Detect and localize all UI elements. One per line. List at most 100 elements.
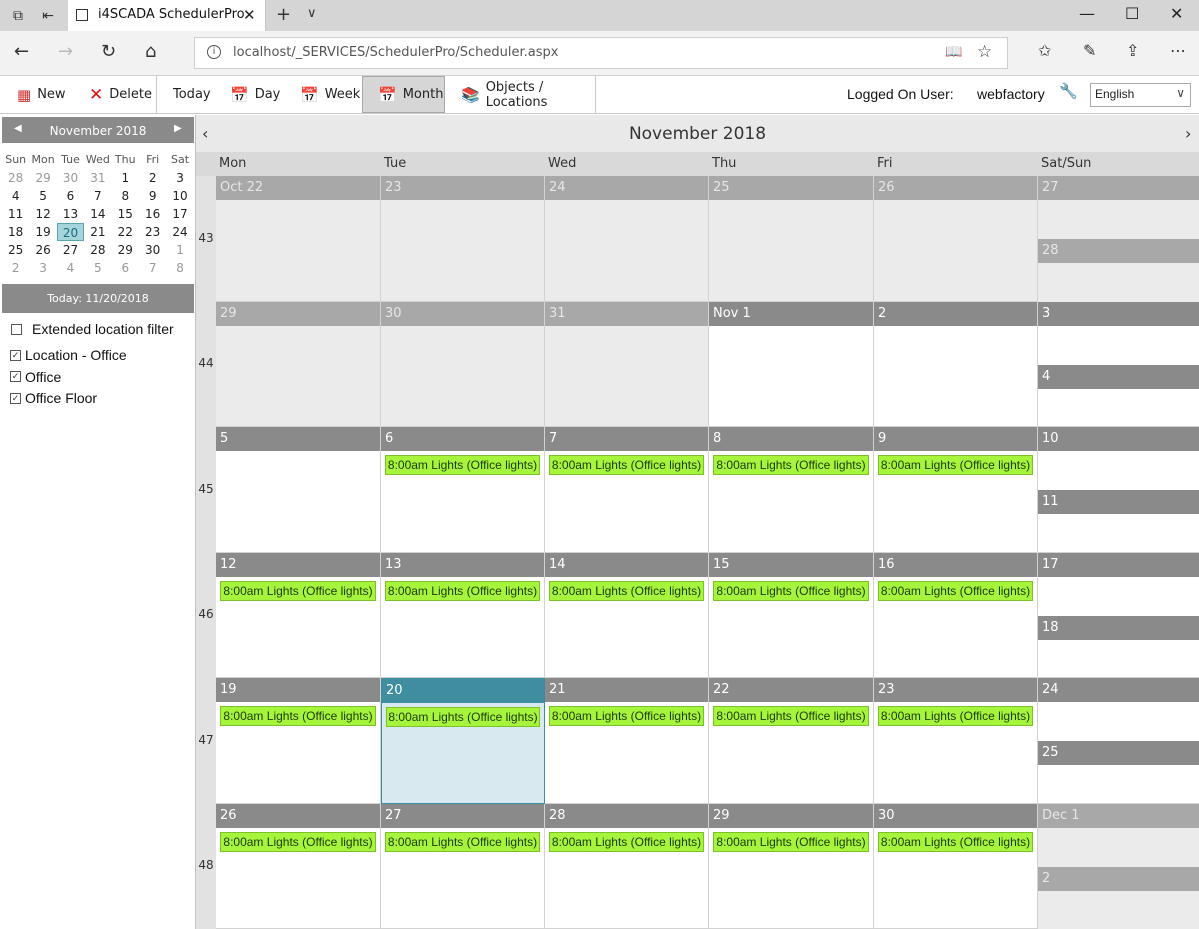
mini-day[interactable]: 10	[166, 187, 193, 205]
wrench-icon[interactable]: 🔧	[1059, 82, 1078, 100]
mini-day[interactable]: 16	[139, 205, 166, 223]
web-note-icon[interactable]: ✎	[1083, 41, 1096, 60]
new-button[interactable]: ▦ New	[17, 76, 66, 113]
set-aside-tabs-icon[interactable]: ⇤	[38, 6, 58, 26]
minimize-icon[interactable]: —	[1079, 4, 1095, 23]
forward-icon[interactable]: →	[58, 41, 73, 62]
url-field[interactable]: i localhost/_SERVICES/SchedulerPro/Sched…	[194, 37, 1008, 69]
mini-day[interactable]: 8	[166, 259, 193, 277]
mini-day[interactable]: 13	[57, 205, 84, 223]
event-item[interactable]: 8:00am Lights (Office lights)	[549, 580, 704, 601]
saturday-cell[interactable]: Dec 1	[1038, 803, 1199, 867]
day-cell[interactable]: 16 8:00am Lights (Office lights)	[874, 552, 1038, 678]
mini-day[interactable]: 2	[139, 169, 166, 187]
location-checkbox[interactable]: ✓	[10, 392, 21, 404]
mini-day[interactable]: 14	[84, 205, 111, 223]
week-number[interactable]: 47	[196, 733, 216, 747]
day-cell[interactable]: 26 8:00am Lights (Office lights)	[216, 803, 381, 929]
sunday-cell[interactable]: 18	[1038, 615, 1199, 679]
week-number[interactable]: 43	[196, 231, 216, 245]
mini-day[interactable]: 1	[166, 241, 193, 259]
mini-day[interactable]: 28	[2, 169, 29, 187]
day-cell[interactable]: 23 8:00am Lights (Office lights)	[874, 678, 1038, 804]
mini-day[interactable]: 2	[2, 259, 29, 277]
day-number[interactable]: Dec 1	[1038, 803, 1199, 828]
event-item[interactable]: 8:00am Lights (Office lights)	[878, 706, 1033, 726]
mini-day[interactable]: 23	[139, 223, 166, 241]
day-number[interactable]: 8	[709, 427, 873, 451]
location-filter-option[interactable]: ✓ Location - Office	[10, 347, 127, 363]
day-number[interactable]: 30	[381, 301, 544, 326]
day-number[interactable]: 14	[545, 552, 708, 577]
day-cell[interactable]: 22 8:00am Lights (Office lights)	[709, 678, 874, 804]
day-number[interactable]: 31	[545, 301, 708, 326]
mini-day[interactable]: 20	[56, 223, 85, 241]
day-number[interactable]: Nov 1	[709, 301, 873, 326]
day-number[interactable]: 10	[1038, 427, 1199, 451]
refresh-icon[interactable]: ↻	[101, 41, 116, 62]
month-view-button[interactable]: 📅 Month	[362, 76, 445, 113]
day-number[interactable]: 5	[216, 427, 380, 451]
today-button[interactable]: Today	[173, 76, 211, 113]
mini-day[interactable]: 4	[2, 187, 29, 205]
sunday-cell[interactable]: 11	[1038, 490, 1199, 553]
day-cell[interactable]: 21 8:00am Lights (Office lights)	[545, 678, 709, 804]
share-icon[interactable]: ⇪	[1126, 41, 1139, 60]
event-item[interactable]: 8:00am Lights (Office lights)	[713, 831, 869, 852]
week-number[interactable]: 44	[196, 356, 216, 370]
day-number[interactable]: 29	[709, 803, 873, 828]
day-cell[interactable]: 5	[216, 427, 381, 553]
day-cell[interactable]: 20 8:00am Lights (Office lights)	[381, 678, 545, 804]
favorite-star-icon[interactable]: ☆	[977, 42, 992, 62]
day-cell[interactable]: 23	[381, 176, 545, 302]
event-item[interactable]: 8:00am Lights (Office lights)	[385, 580, 540, 601]
mini-day[interactable]: 21	[84, 223, 111, 241]
day-number[interactable]: 23	[874, 678, 1037, 702]
day-number[interactable]: 2	[1038, 866, 1199, 891]
day-cell[interactable]: 12 8:00am Lights (Office lights)	[216, 552, 381, 678]
event-item[interactable]: 8:00am Lights (Office lights)	[549, 455, 704, 475]
mini-day[interactable]: 30	[139, 241, 166, 259]
site-info-icon[interactable]: i	[207, 45, 221, 59]
maximize-icon[interactable]: ☐	[1125, 4, 1139, 23]
mini-day[interactable]: 6	[112, 259, 139, 277]
day-cell[interactable]: 8 8:00am Lights (Office lights)	[709, 427, 874, 553]
reading-view-icon[interactable]: 📖	[945, 44, 962, 60]
day-cell[interactable]: 24	[545, 176, 709, 302]
day-cell[interactable]: 28 8:00am Lights (Office lights)	[545, 803, 709, 929]
day-cell[interactable]: 25	[709, 176, 874, 302]
day-cell[interactable]: 30	[381, 301, 545, 427]
day-number[interactable]: Oct 22	[216, 176, 380, 200]
day-cell[interactable]: 29	[216, 301, 381, 427]
event-item[interactable]: 8:00am Lights (Office lights)	[878, 455, 1033, 475]
mini-day[interactable]: 6	[57, 187, 84, 205]
event-item[interactable]: 8:00am Lights (Office lights)	[713, 455, 869, 475]
mini-day[interactable]: 19	[29, 223, 56, 241]
day-number[interactable]: 21	[545, 678, 708, 702]
mini-day[interactable]: 27	[57, 241, 84, 259]
mini-day[interactable]: 4	[57, 259, 84, 277]
mini-day[interactable]: 11	[2, 205, 29, 223]
window-close-icon[interactable]: ✕	[1170, 4, 1183, 23]
day-cell[interactable]: 27 8:00am Lights (Office lights)	[381, 803, 545, 929]
language-select[interactable]: English ∨	[1090, 83, 1191, 107]
sunday-cell[interactable]: 28	[1038, 239, 1199, 302]
day-number[interactable]: 26	[874, 176, 1037, 200]
day-number[interactable]: 26	[216, 803, 380, 828]
day-cell[interactable]: 2	[874, 301, 1038, 427]
mini-day[interactable]: 7	[84, 187, 111, 205]
back-icon[interactable]: ←	[14, 41, 29, 62]
day-number[interactable]: 18	[1038, 615, 1199, 640]
event-item[interactable]: 8:00am Lights (Office lights)	[385, 831, 540, 852]
saturday-cell[interactable]: 24	[1038, 678, 1199, 741]
mini-day[interactable]: 26	[29, 241, 56, 259]
event-item[interactable]: 8:00am Lights (Office lights)	[386, 707, 540, 727]
event-item[interactable]: 8:00am Lights (Office lights)	[549, 831, 704, 852]
day-number[interactable]: 24	[545, 176, 708, 200]
event-item[interactable]: 8:00am Lights (Office lights)	[713, 706, 869, 726]
day-cell[interactable]: 15 8:00am Lights (Office lights)	[709, 552, 874, 678]
day-cell[interactable]: 6 8:00am Lights (Office lights)	[381, 427, 545, 553]
event-item[interactable]: 8:00am Lights (Office lights)	[220, 831, 376, 852]
event-item[interactable]: 8:00am Lights (Office lights)	[220, 706, 376, 726]
day-number[interactable]: 29	[216, 301, 380, 326]
